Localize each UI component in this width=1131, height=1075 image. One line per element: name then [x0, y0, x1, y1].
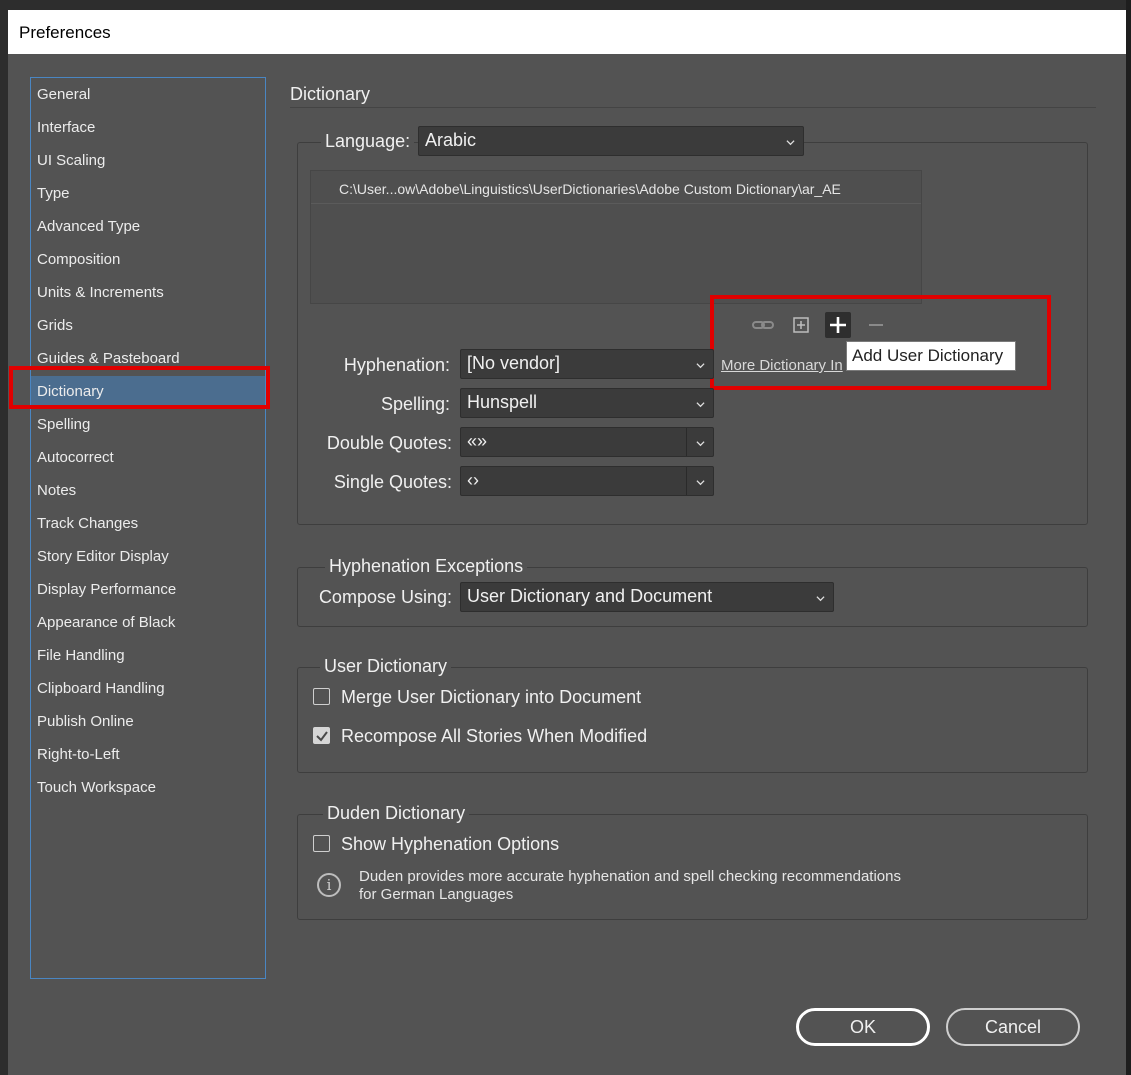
sidebar-item-ui-scaling[interactable]: UI Scaling — [37, 152, 105, 169]
spelling-dropdown[interactable]: Hunspell — [460, 388, 714, 418]
sidebar-item-appearance-of-black[interactable]: Appearance of Black — [37, 614, 175, 631]
annotation-box-dictionary — [9, 366, 270, 409]
sidebar-item-type[interactable]: Type — [37, 185, 70, 202]
duden-info-text: Duden provides more accurate hyphenation… — [359, 868, 901, 904]
info-icon: i — [317, 873, 341, 897]
sidebar-item-autocorrect[interactable]: Autocorrect — [37, 449, 114, 466]
duden-group — [297, 814, 1088, 920]
sidebar-item-interface[interactable]: Interface — [37, 119, 95, 136]
compose-using-dropdown[interactable]: User Dictionary and Document — [460, 582, 834, 612]
compose-using-label: Compose Using: — [318, 587, 452, 607]
category-list: General Interface UI Scaling Type Advanc… — [30, 77, 266, 979]
single-quotes-label: Single Quotes: — [333, 472, 452, 492]
sidebar-item-units-increments[interactable]: Units & Increments — [37, 284, 164, 301]
user-dictionary-group — [297, 667, 1088, 773]
spelling-value: Hunspell — [467, 392, 538, 412]
ok-button[interactable]: OK — [796, 1008, 930, 1046]
sidebar-item-notes[interactable]: Notes — [37, 482, 76, 499]
language-label: Language: — [321, 131, 415, 152]
hyphenation-label: Hyphenation: — [343, 355, 450, 375]
title-bar: Preferences — [8, 10, 1126, 54]
show-hyphenation-options-label[interactable]: Show Hyphenation Options — [341, 834, 559, 855]
page-title: Dictionary — [290, 84, 371, 104]
chevron-down-icon — [696, 402, 705, 408]
dictionary-path: C:\User...ow\Adobe\Linguistics\UserDicti… — [339, 181, 841, 197]
single-quotes-value: ‹› — [467, 470, 479, 490]
double-quotes-combobox[interactable]: «» — [460, 427, 714, 457]
recompose-stories-checkbox[interactable] — [313, 727, 330, 744]
chevron-down-icon[interactable] — [696, 478, 705, 487]
annotation-box-toolbar — [710, 295, 1051, 390]
cancel-button[interactable]: Cancel — [946, 1008, 1080, 1046]
sidebar-item-file-handling[interactable]: File Handling — [37, 647, 125, 664]
title-divider — [290, 107, 1096, 108]
combobox-divider — [686, 467, 687, 495]
checkmark-icon — [316, 731, 328, 742]
sidebar-item-guides-pasteboard[interactable]: Guides & Pasteboard — [37, 350, 180, 367]
sidebar-item-clipboard-handling[interactable]: Clipboard Handling — [37, 680, 165, 697]
background-edge — [1126, 0, 1131, 1075]
sidebar-item-track-changes[interactable]: Track Changes — [37, 515, 138, 532]
double-quotes-value: «» — [467, 431, 488, 451]
chevron-down-icon — [696, 363, 705, 369]
hyphenation-value: [No vendor] — [467, 353, 561, 373]
hyphenation-dropdown[interactable]: [No vendor] — [460, 349, 714, 379]
chevron-down-icon[interactable] — [696, 439, 705, 448]
duden-info-line-2: for German Languages — [359, 886, 514, 903]
sidebar-item-publish-online[interactable]: Publish Online — [37, 713, 134, 730]
user-dictionary-legend: User Dictionary — [320, 656, 452, 677]
sidebar-item-advanced-type[interactable]: Advanced Type — [37, 218, 140, 235]
sidebar-item-right-to-left[interactable]: Right-to-Left — [37, 746, 120, 763]
sidebar-item-composition[interactable]: Composition — [37, 251, 120, 268]
sidebar-item-grids[interactable]: Grids — [37, 317, 73, 334]
double-quotes-label: Double Quotes: — [326, 433, 452, 453]
sidebar-item-spelling[interactable]: Spelling — [37, 416, 90, 433]
hyphenation-exceptions-legend: Hyphenation Exceptions — [325, 556, 528, 577]
duden-legend: Duden Dictionary — [323, 803, 470, 824]
chevron-down-icon — [786, 140, 795, 146]
sidebar-item-touch-workspace[interactable]: Touch Workspace — [37, 779, 156, 796]
single-quotes-combobox[interactable]: ‹› — [460, 466, 714, 496]
compose-using-value: User Dictionary and Document — [467, 586, 713, 606]
show-hyphenation-options-checkbox[interactable] — [313, 835, 330, 852]
merge-user-dictionary-checkbox[interactable] — [313, 688, 330, 705]
spelling-label: Spelling: — [380, 394, 450, 414]
chevron-down-icon — [816, 596, 825, 602]
combobox-divider — [686, 428, 687, 456]
sidebar-item-story-editor-display[interactable]: Story Editor Display — [37, 548, 169, 565]
sidebar-item-general[interactable]: General — [37, 86, 90, 103]
window-title: Preferences — [19, 23, 111, 42]
user-dictionary-list[interactable]: C:\User...ow\Adobe\Linguistics\UserDicti… — [310, 170, 922, 304]
sidebar-item-display-performance[interactable]: Display Performance — [37, 581, 176, 598]
language-value: Arabic — [425, 130, 477, 150]
merge-user-dictionary-label[interactable]: Merge User Dictionary into Document — [341, 687, 641, 708]
language-dropdown[interactable]: Arabic — [418, 126, 804, 156]
recompose-stories-label[interactable]: Recompose All Stories When Modified — [341, 726, 647, 747]
duden-info-line-1: Duden provides more accurate hyphenation… — [359, 868, 901, 885]
list-item[interactable]: C:\User...ow\Adobe\Linguistics\UserDicti… — [311, 171, 921, 204]
